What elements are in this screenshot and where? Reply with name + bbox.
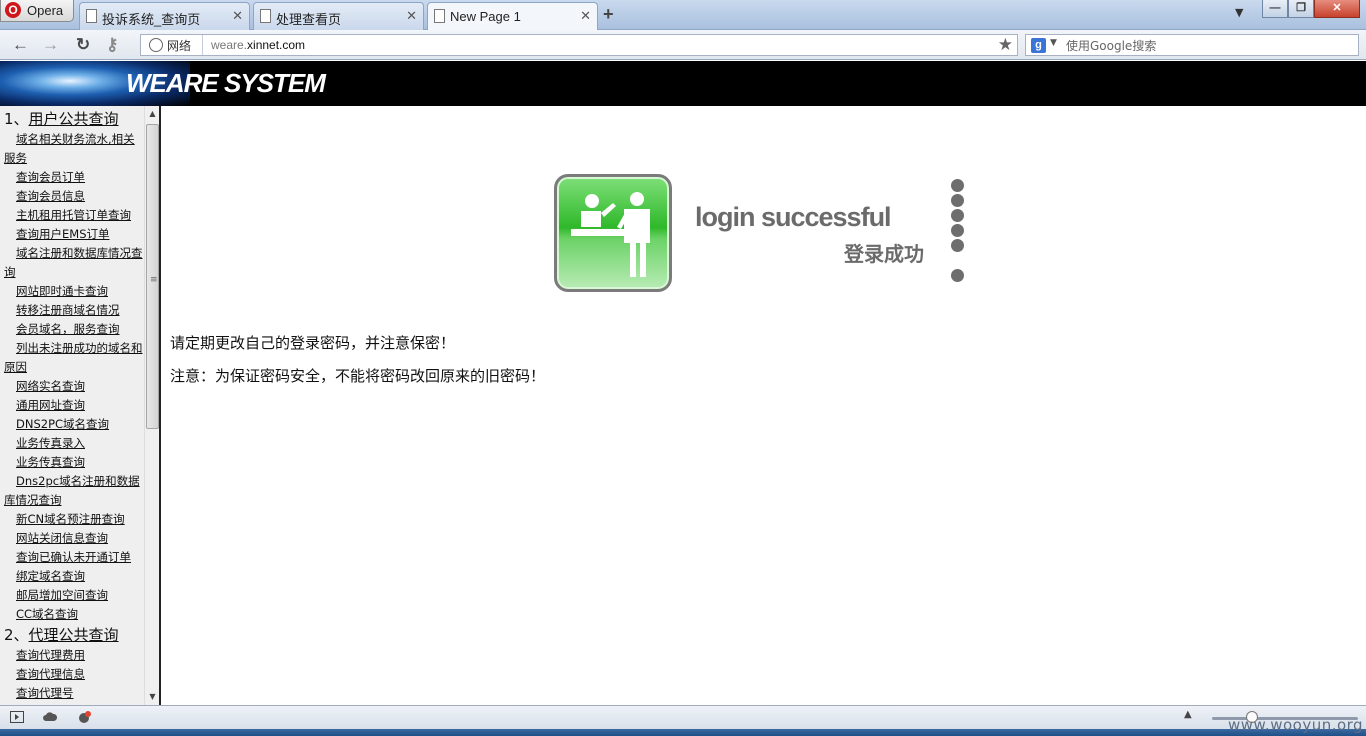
opera-menu-button[interactable]: O Opera — [0, 0, 74, 22]
section-number: 2、 — [4, 626, 29, 644]
unite-icon[interactable] — [78, 711, 92, 723]
tab-label: 投诉系统_查询页 — [102, 12, 201, 27]
tab-new-page[interactable]: New Page 1 ✕ — [427, 2, 598, 31]
scroll-down-icon[interactable]: ▼ — [145, 689, 159, 705]
sidebar-link[interactable]: DNS2PC域名查询 — [0, 415, 143, 434]
tab-process-view[interactable]: 处理查看页 ✕ — [253, 2, 424, 30]
grip-icon: ≡ — [150, 275, 158, 285]
key-icon[interactable]: ⚷ — [106, 35, 118, 55]
sidebar-link[interactable]: 域名注册和数据库情况查询 — [0, 244, 143, 282]
site-title: WEARE SYSTEM — [126, 68, 326, 98]
section-title-agent-query: 2、代理公共查询 — [0, 624, 143, 646]
browser-status-bar: ▲ — [0, 705, 1366, 729]
close-tab-icon[interactable]: ✕ — [580, 8, 591, 24]
sidebar-link[interactable]: 业务传真查询 — [0, 453, 143, 472]
scroll-thumb[interactable]: ≡ — [146, 124, 159, 429]
sidebar-link[interactable]: 查询用户EMS订单 — [0, 225, 143, 244]
address-field[interactable]: 网络 weare.xinnet.com ★ — [140, 34, 1018, 56]
divider — [202, 35, 203, 55]
opera-logo-icon: O — [5, 2, 21, 18]
main-content: login successful 登录成功 请定期更改自己的登录密码，并注意保密… — [163, 106, 1366, 705]
sidebar-menu: 1、用户公共查询 域名相关财务流水,相关服务 查询会员订单 查询会员信息 主机租… — [0, 106, 161, 705]
password-warning: 注意：为保证密码安全，不能将密码改回原来的旧密码！ — [170, 367, 546, 385]
reception-desk-icon — [554, 174, 672, 292]
section-title-user-query: 1、用户公共查询 — [0, 108, 143, 130]
sidebar-link[interactable]: 转移注册商域名情况 — [0, 301, 143, 320]
section-title-text[interactable]: 代理公共查询 — [29, 626, 119, 644]
globe-icon — [149, 38, 163, 52]
opera-menu-label: Opera — [27, 3, 64, 18]
sidebar-link[interactable]: 业务传真录入 — [0, 434, 143, 453]
address-toolbar: ← → ↻ ⚷ 网络 weare.xinnet.com ★ g ▼ 使用Goog… — [0, 30, 1366, 60]
sidebar-link[interactable]: 主机租用托管订单查询 — [0, 206, 143, 225]
bookmark-star-icon[interactable]: ★ — [998, 35, 1013, 55]
minimize-window-icon[interactable]: — — [1262, 0, 1288, 18]
decorative-dot — [951, 179, 964, 192]
decorative-dot — [951, 269, 964, 282]
page-icon — [260, 9, 271, 23]
sidebar-link[interactable]: 查询代理费用 — [0, 646, 143, 665]
page-icon — [434, 9, 445, 23]
search-field[interactable]: g ▼ 使用Google搜索 — [1025, 34, 1359, 56]
sidebar-link[interactable]: 新CN域名预注册查询 — [0, 510, 143, 529]
section-number: 1、 — [4, 110, 29, 128]
url-prefix: weare. — [211, 38, 248, 52]
sidebar-link[interactable]: 查询会员信息 — [0, 187, 143, 206]
sidebar-link[interactable]: 通用网址查询 — [0, 396, 143, 415]
url-text[interactable]: weare.xinnet.com — [211, 38, 305, 52]
forward-arrow-icon[interactable]: → — [42, 35, 59, 55]
cloud-icon[interactable] — [43, 711, 57, 723]
close-tab-icon[interactable]: ✕ — [406, 8, 417, 24]
tab-label: 处理查看页 — [276, 12, 342, 27]
browser-tab-bar: O Opera 投诉系统_查询页 ✕ 处理查看页 ✕ New Page 1 ✕ … — [0, 0, 1366, 31]
sidebar-link[interactable]: 查询代理号 — [0, 684, 143, 703]
close-window-icon[interactable]: ✕ — [1314, 0, 1360, 18]
tab-list-chevron-icon[interactable]: ▼ — [1235, 6, 1243, 19]
login-success-text-en: login successful — [695, 202, 892, 232]
tab-complaint-query[interactable]: 投诉系统_查询页 ✕ — [79, 2, 250, 30]
close-tab-icon[interactable]: ✕ — [232, 8, 243, 24]
search-placeholder: 使用Google搜索 — [1066, 39, 1157, 53]
scroll-up-icon[interactable]: ▲ — [145, 106, 159, 122]
login-success-text-cn: 登录成功 — [844, 242, 924, 266]
sidebar-link[interactable]: 网络实名查询 — [0, 377, 143, 396]
decorative-dot — [951, 224, 964, 237]
sidebar-link[interactable]: 网站即时通卡查询 — [0, 282, 143, 301]
reload-icon[interactable]: ↻ — [76, 35, 90, 55]
chevron-down-icon[interactable]: ▼ — [1050, 38, 1057, 48]
sidebar-link[interactable]: 会员域名，服务查询 — [0, 320, 143, 339]
watermark-text: www.wooyun.org — [1228, 716, 1364, 734]
maximize-window-icon[interactable]: ❐ — [1288, 0, 1314, 18]
password-notice: 请定期更改自己的登录密码，并注意保密！ — [170, 334, 456, 352]
decorative-dot — [951, 239, 964, 252]
sidebar-link[interactable]: 查询会员订单 — [0, 168, 143, 187]
page-icon — [86, 9, 97, 23]
sidebar-list: 1、用户公共查询 域名相关财务流水,相关服务 查询会员订单 查询会员信息 主机租… — [0, 108, 143, 703]
url-domain: xinnet.com — [247, 38, 306, 52]
sidebar-link[interactable]: 绑定域名查询 — [0, 567, 143, 586]
sidebar-link[interactable]: CC域名查询 — [0, 605, 143, 624]
back-arrow-icon[interactable]: ← — [12, 35, 29, 55]
sidebar-link[interactable]: 邮局增加空间查询 — [0, 586, 143, 605]
new-tab-plus-icon[interactable]: + — [603, 4, 614, 25]
sidebar-scrollbar[interactable]: ▲ ≡ ▼ — [144, 106, 159, 705]
sidebar-link[interactable]: 网站关闭信息查询 — [0, 529, 143, 548]
sidebar-link[interactable]: 查询已确认未开通订单 — [0, 548, 143, 567]
site-header: WEARE SYSTEM — [0, 61, 1366, 106]
security-label: 网络 — [167, 39, 192, 53]
decorative-dot — [951, 194, 964, 207]
os-taskbar — [0, 729, 1366, 736]
sidebar-link[interactable]: 列出未注册成功的域名和原因 — [0, 339, 143, 377]
sidebar-link[interactable]: 域名相关财务流水,相关服务 — [0, 130, 143, 168]
panel-toggle-icon[interactable] — [10, 711, 24, 723]
view-options-chevron-icon[interactable]: ▲ — [1184, 709, 1192, 720]
decorative-dot — [951, 209, 964, 222]
sidebar-link[interactable]: 查询代理信息 — [0, 665, 143, 684]
google-icon[interactable]: g — [1031, 38, 1046, 53]
sidebar-link[interactable]: Dns2pc域名注册和数据库情况查询 — [0, 472, 143, 510]
tab-label: New Page 1 — [450, 9, 521, 24]
section-title-text[interactable]: 用户公共查询 — [29, 110, 119, 128]
